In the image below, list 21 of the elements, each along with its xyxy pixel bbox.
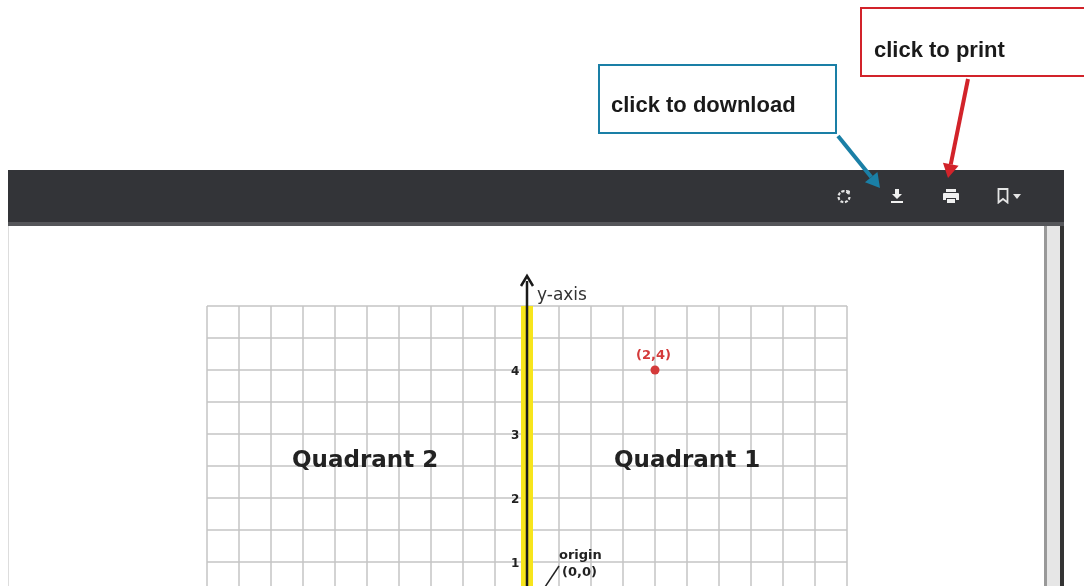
caret-icon — [1013, 193, 1021, 199]
bookmark-icon — [997, 188, 1009, 204]
origin-label: origin — [559, 547, 602, 562]
callout-text: click to print — [874, 37, 1005, 62]
leader-line — [544, 565, 560, 586]
quadrant-label: Quadrant 2 — [292, 446, 439, 472]
tick-label: 3 — [511, 428, 520, 442]
origin-coordinates: (0,0) — [562, 564, 597, 579]
point-label: (2,4) — [636, 347, 671, 362]
tick-label: 2 — [511, 492, 520, 506]
point — [650, 365, 660, 375]
callout-text: click to download — [611, 92, 796, 117]
rotate-icon — [836, 188, 852, 204]
tick-label: 1 — [511, 556, 520, 570]
printer-icon — [942, 188, 960, 204]
tick-label: 4 — [511, 364, 520, 378]
axis-label: y-axis — [537, 284, 587, 304]
quadrant-label: Quadrant 1 — [614, 446, 761, 472]
download-icon — [889, 188, 905, 204]
scrollbar[interactable] — [1044, 226, 1064, 586]
callout-arrow — [836, 134, 880, 188]
